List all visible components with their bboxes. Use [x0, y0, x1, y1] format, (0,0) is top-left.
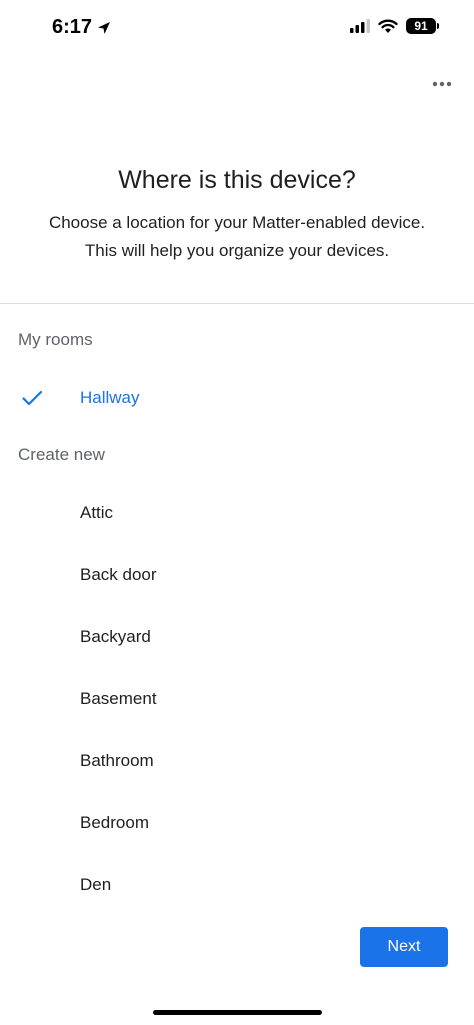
- section-label-my-rooms: My rooms: [18, 330, 93, 349]
- wifi-icon: [378, 19, 398, 33]
- page-subtitle: Choose a location for your Matter-enable…: [0, 209, 474, 265]
- room-item-label: Bathroom: [80, 751, 154, 770]
- room-item-attic[interactable]: Attic: [0, 493, 474, 533]
- status-time: 6:17: [52, 16, 112, 39]
- room-item-bathroom[interactable]: Bathroom: [0, 741, 474, 781]
- more-horizontal-icon: [432, 81, 452, 87]
- room-item-label: Bedroom: [80, 813, 149, 832]
- room-item-hallway[interactable]: Hallway: [0, 378, 474, 418]
- room-item-den[interactable]: Den: [0, 865, 474, 905]
- room-item-label: Attic: [80, 503, 114, 522]
- subtitle-line-1: Choose a location for your Matter-enable…: [48, 213, 426, 232]
- status-time-text: 6:17: [52, 16, 93, 38]
- section-label-create-new: Create new: [18, 445, 105, 464]
- room-item-basement[interactable]: Basement: [0, 679, 474, 719]
- room-item-bedroom[interactable]: Bedroom: [0, 803, 474, 843]
- battery-indicator: 91: [406, 18, 439, 34]
- header: Where is this device? Choose a location …: [0, 166, 474, 265]
- room-item-label: Back door: [80, 565, 157, 584]
- location-arrow-icon: [98, 21, 111, 34]
- room-item-label: Basement: [80, 689, 157, 708]
- next-button[interactable]: Next: [360, 927, 448, 967]
- cellular-signal-icon: [350, 19, 370, 33]
- status-icons: 91: [350, 18, 439, 34]
- room-item-backyard[interactable]: Backyard: [0, 617, 474, 657]
- battery-level: 91: [414, 19, 428, 33]
- page-title: Where is this device?: [118, 166, 356, 194]
- more-options-button[interactable]: [430, 72, 454, 96]
- status-bar: 6:17 91: [0, 0, 474, 56]
- room-item-label: Den: [80, 875, 112, 894]
- room-item-label: Backyard: [80, 627, 151, 646]
- divider: [0, 303, 474, 304]
- room-item-back-door[interactable]: Back door: [0, 555, 474, 595]
- subtitle-line-2: This will help you organize your devices…: [84, 241, 390, 260]
- check-icon: [22, 390, 43, 406]
- home-indicator[interactable]: [153, 1010, 322, 1015]
- room-item-label: Hallway: [80, 388, 140, 407]
